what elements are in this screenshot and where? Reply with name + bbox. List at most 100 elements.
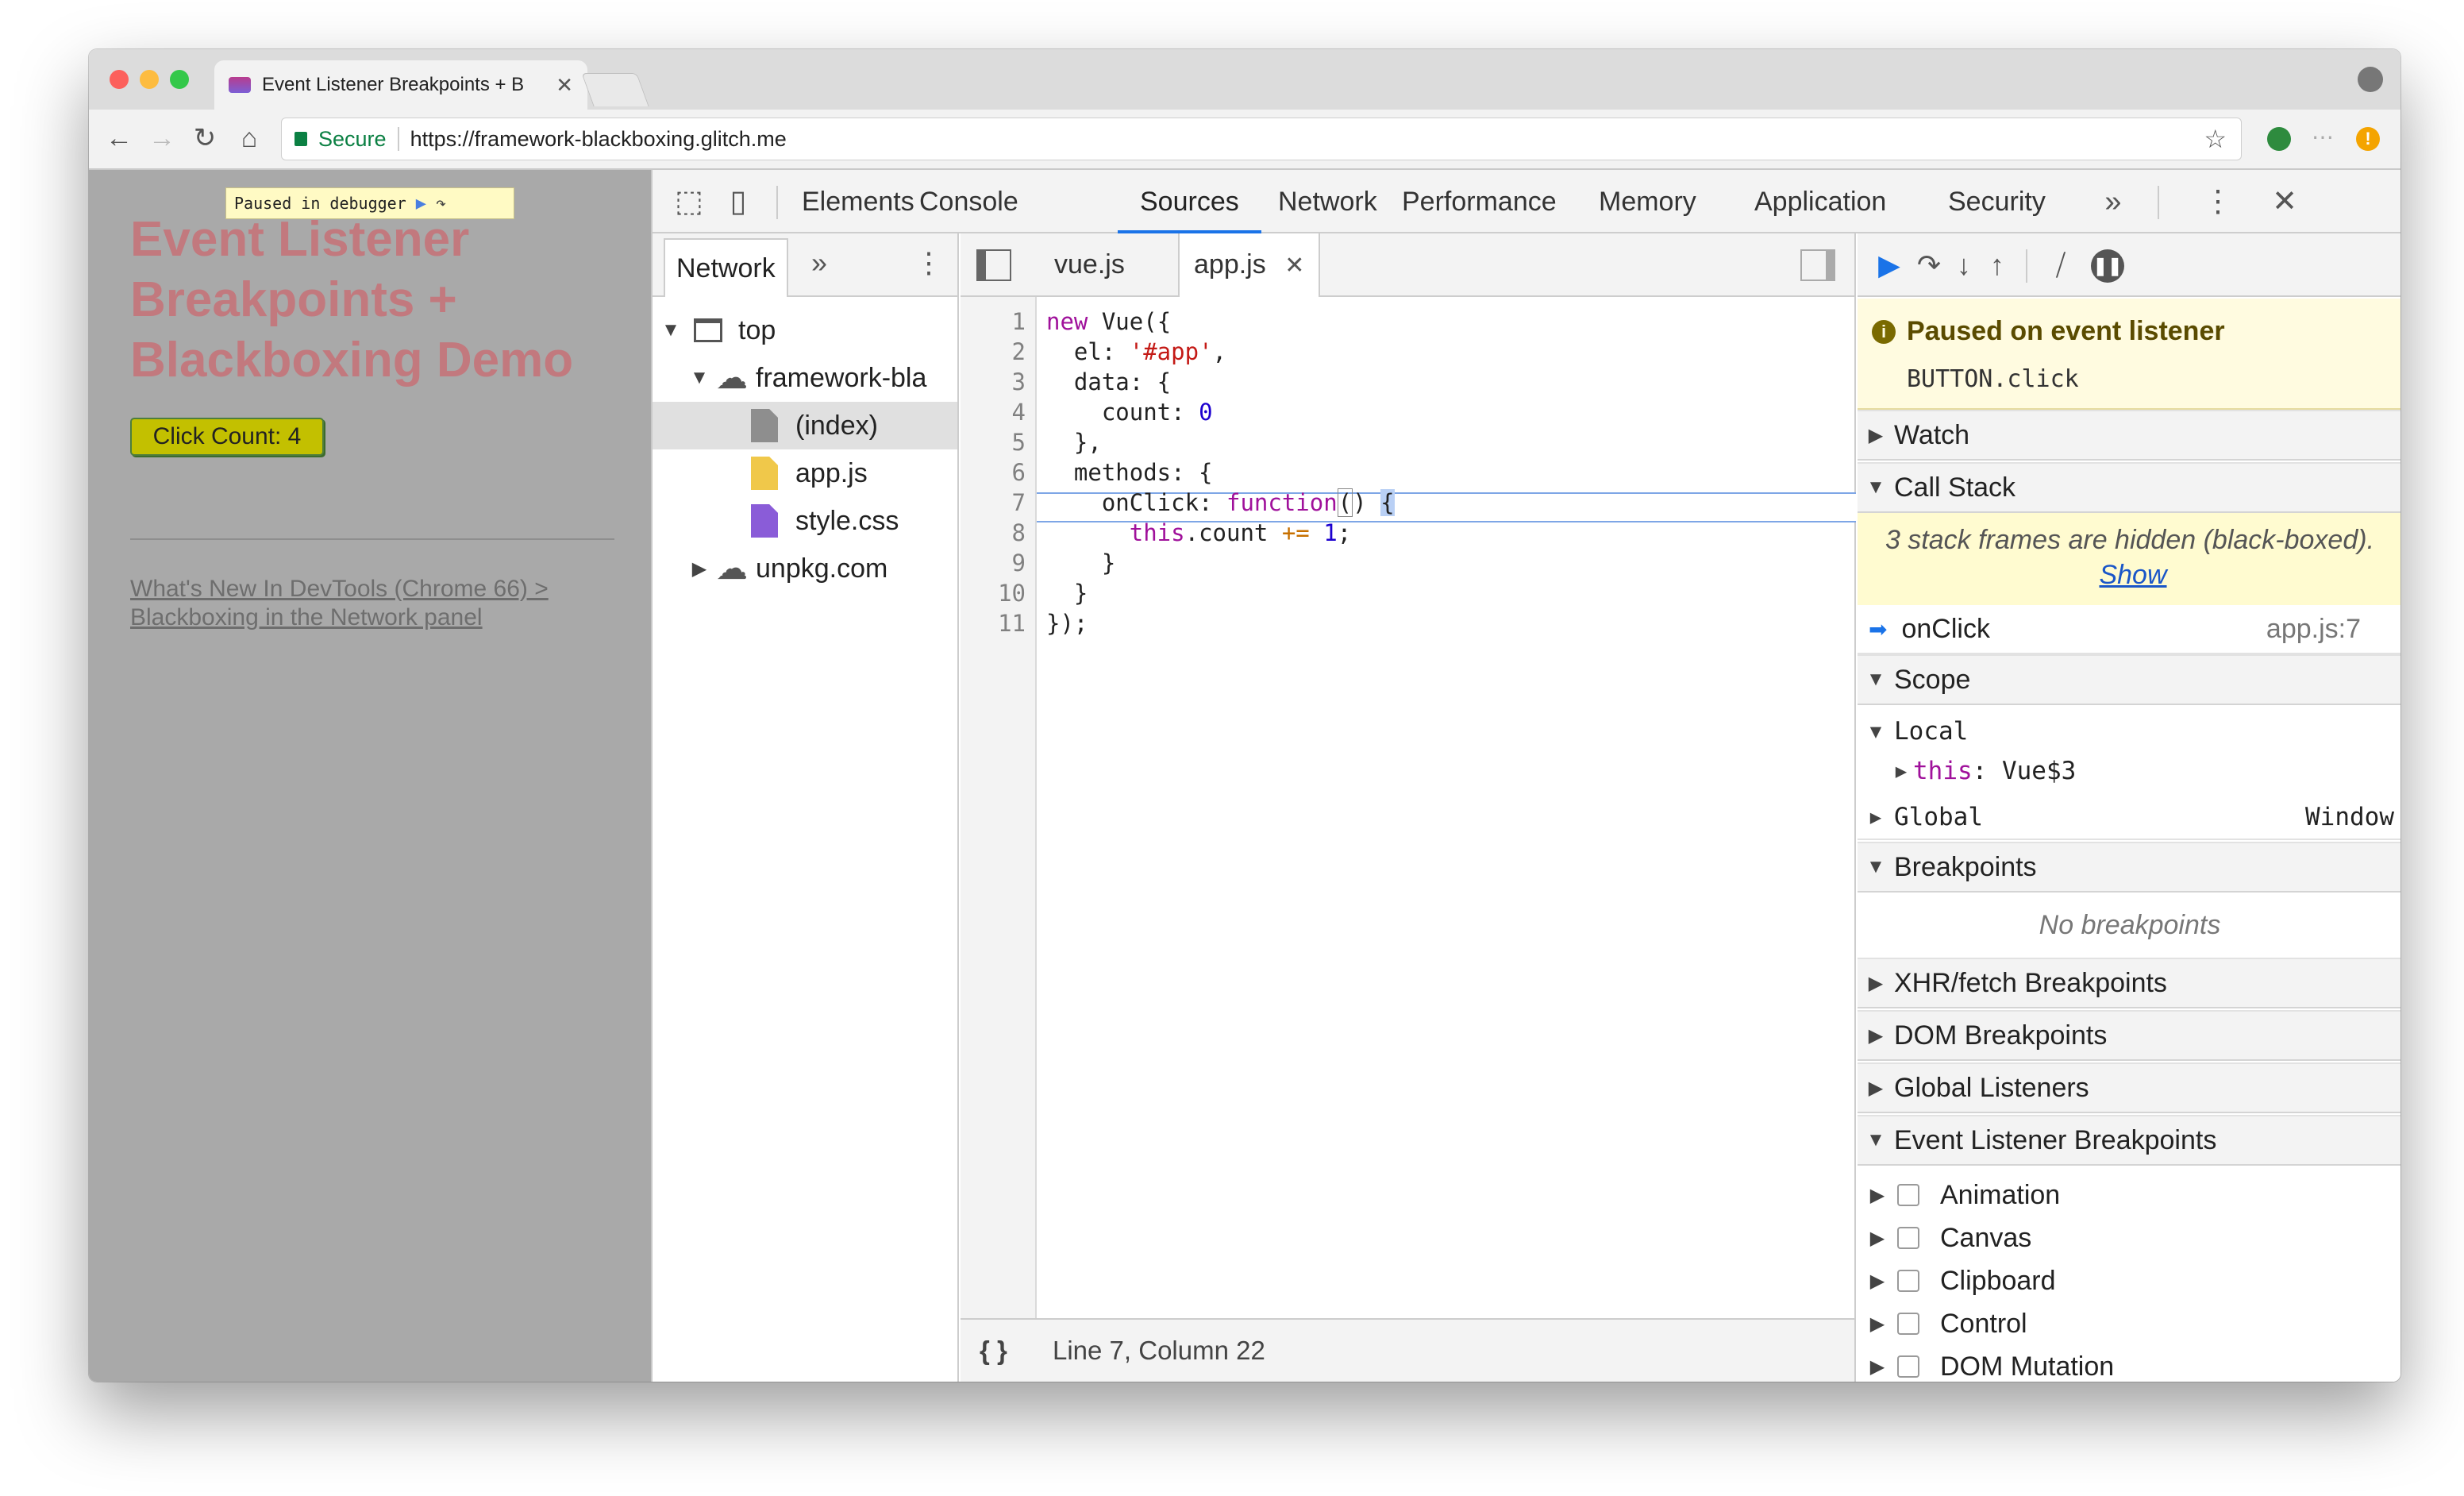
- customize-menu-icon[interactable]: ⋮: [2200, 184, 2235, 219]
- code-line[interactable]: data: {: [1046, 368, 1171, 395]
- frame-name: onClick: [1901, 613, 1990, 644]
- tab-application[interactable]: Application: [1754, 170, 1886, 233]
- scope-this-property[interactable]: ▶ this : Vue$3: [1889, 750, 2379, 792]
- tab-performance[interactable]: Performance: [1402, 170, 1557, 233]
- tab-network[interactable]: Network: [1278, 170, 1377, 233]
- frame-location[interactable]: app.js:7: [2266, 614, 2361, 645]
- line-number[interactable]: 5: [978, 429, 1026, 456]
- editor-tab-vue-js[interactable]: vue.js: [1040, 233, 1139, 297]
- extension-dots-icon[interactable]: ⋯: [2312, 124, 2334, 150]
- tree-item-app-js[interactable]: app.js: [653, 449, 957, 497]
- editor-tab-app-js[interactable]: app.js ✕: [1178, 233, 1321, 297]
- section-call-stack[interactable]: ▼ Call Stack: [1858, 462, 2400, 513]
- category-checkbox[interactable]: [1897, 1270, 1919, 1292]
- section-global-listeners[interactable]: ▶ Global Listeners: [1858, 1062, 2400, 1113]
- scope-local[interactable]: ▼ Local: [1858, 710, 2400, 753]
- section-watch[interactable]: ▶ Watch: [1858, 410, 2400, 461]
- code-line[interactable]: }: [1046, 580, 1088, 607]
- tab-sources[interactable]: Sources: [1118, 170, 1261, 233]
- home-icon[interactable]: ⌂: [232, 121, 267, 156]
- call-frame-onclick[interactable]: ➡ onClick app.js:7: [1858, 605, 2400, 654]
- new-tab-button[interactable]: [581, 73, 649, 106]
- deactivate-breakpoints-icon[interactable]: ⧸: [2042, 248, 2080, 283]
- step-out-icon[interactable]: ↑: [1978, 248, 2016, 283]
- section-scope[interactable]: ▼ Scope: [1858, 654, 2400, 705]
- category-checkbox[interactable]: [1897, 1227, 1919, 1249]
- toggle-navigator-icon[interactable]: [976, 249, 1011, 281]
- resume-script-icon[interactable]: ▶: [1870, 248, 1908, 283]
- navigator-menu-icon[interactable]: ⋮: [914, 246, 943, 280]
- section-event-listener-breakpoints[interactable]: ▼ Event Listener Breakpoints: [1858, 1115, 2400, 1166]
- category-checkbox[interactable]: [1897, 1313, 1919, 1335]
- close-window-button[interactable]: [110, 70, 129, 89]
- more-navigator-tabs-icon[interactable]: »: [811, 246, 827, 280]
- device-toolbar-icon[interactable]: ▯: [721, 184, 756, 219]
- section-xhr-breakpoints[interactable]: ▶ XHR/fetch Breakpoints: [1858, 958, 2400, 1008]
- scope-global[interactable]: ▶ Global Window: [1858, 796, 2400, 840]
- line-number[interactable]: 3: [978, 368, 1026, 395]
- event-category-clipboard[interactable]: ▶ Clipboard: [1858, 1259, 2400, 1302]
- section-breakpoints[interactable]: ▼ Breakpoints: [1858, 842, 2400, 893]
- code-line[interactable]: el: '#app',: [1046, 338, 1226, 365]
- scope-value: Window: [2305, 803, 2394, 831]
- profile-icon[interactable]: [2358, 67, 2383, 92]
- category-checkbox[interactable]: [1897, 1355, 1919, 1378]
- back-icon[interactable]: ←: [102, 121, 137, 156]
- step-over-icon[interactable]: ↷: [1910, 248, 1948, 283]
- navigator-tab-network[interactable]: Network: [664, 238, 788, 297]
- more-tabs-icon[interactable]: »: [2096, 184, 2131, 219]
- warning-icon[interactable]: !: [2356, 127, 2380, 151]
- event-category-animation[interactable]: ▶ Animation: [1858, 1174, 2400, 1216]
- address-bar[interactable]: Secure https://framework-blackboxing.gli…: [281, 118, 2242, 160]
- code-line[interactable]: new Vue({: [1046, 308, 1171, 335]
- section-dom-breakpoints[interactable]: ▶ DOM Breakpoints: [1858, 1010, 2400, 1061]
- event-category-control[interactable]: ▶ Control: [1858, 1302, 2400, 1345]
- line-number[interactable]: 10: [978, 580, 1026, 607]
- line-number[interactable]: 6: [978, 459, 1026, 486]
- forward-icon[interactable]: →: [144, 121, 179, 156]
- minimize-window-button[interactable]: [140, 70, 159, 89]
- show-frames-link[interactable]: Show: [2099, 560, 2166, 590]
- line-number[interactable]: 9: [978, 549, 1026, 576]
- tree-item-unpkg[interactable]: ▶ ☁ unpkg.com: [653, 545, 957, 592]
- line-number[interactable]: 7: [978, 489, 1026, 516]
- tab-security[interactable]: Security: [1948, 170, 2046, 233]
- close-tab-icon[interactable]: ✕: [556, 73, 573, 98]
- tab-memory[interactable]: Memory: [1599, 170, 1696, 233]
- close-editor-tab-icon[interactable]: ✕: [1284, 253, 1304, 279]
- tree-item-top[interactable]: ▼ top: [653, 307, 957, 354]
- event-category-canvas[interactable]: ▶ Canvas: [1858, 1216, 2400, 1259]
- line-number[interactable]: 8: [978, 519, 1026, 546]
- inspect-element-icon[interactable]: ⬚: [672, 184, 706, 219]
- line-number[interactable]: 4: [978, 399, 1026, 426]
- pretty-print-button[interactable]: { }: [980, 1336, 1027, 1366]
- code-line[interactable]: });: [1046, 610, 1088, 637]
- close-devtools-icon[interactable]: ✕: [2267, 184, 2302, 219]
- tab-elements[interactable]: Elements: [802, 170, 914, 233]
- toggle-debugger-sidebar-icon[interactable]: [1800, 249, 1835, 281]
- pause-on-exceptions-icon[interactable]: ❚❚: [2091, 249, 2124, 283]
- extension-shield-icon[interactable]: [2267, 127, 2291, 151]
- reload-icon[interactable]: ↻: [187, 121, 222, 156]
- code-line[interactable]: onClick: function() {: [1046, 488, 1395, 517]
- line-number[interactable]: 2: [978, 338, 1026, 365]
- blog-link[interactable]: What's New In DevTools (Chrome 66) > Bla…: [130, 575, 622, 632]
- tree-item-style-css[interactable]: style.css: [653, 497, 957, 545]
- tree-item-index[interactable]: (index): [653, 402, 957, 449]
- code-line[interactable]: this.count += 1;: [1046, 519, 1351, 546]
- line-number[interactable]: 1: [978, 308, 1026, 335]
- click-count-button[interactable]: Click Count: 4: [130, 418, 324, 456]
- step-into-icon[interactable]: ↓: [1945, 248, 1983, 283]
- code-line[interactable]: },: [1046, 429, 1102, 456]
- browser-tab[interactable]: Event Listener Breakpoints + B ✕: [214, 60, 587, 110]
- maximize-window-button[interactable]: [170, 70, 189, 89]
- code-line[interactable]: methods: {: [1046, 459, 1213, 486]
- category-checkbox[interactable]: [1897, 1184, 1919, 1206]
- code-line[interactable]: }: [1046, 549, 1115, 576]
- tree-item-framework-domain[interactable]: ▼ ☁ framework-bla: [653, 354, 957, 402]
- event-category-dom-mutation[interactable]: ▶ DOM Mutation: [1858, 1345, 2400, 1382]
- bookmark-star-icon[interactable]: ☆: [2204, 124, 2227, 154]
- tab-console[interactable]: Console: [919, 170, 1018, 233]
- code-line[interactable]: count: 0: [1046, 399, 1213, 426]
- line-number[interactable]: 11: [978, 610, 1026, 637]
